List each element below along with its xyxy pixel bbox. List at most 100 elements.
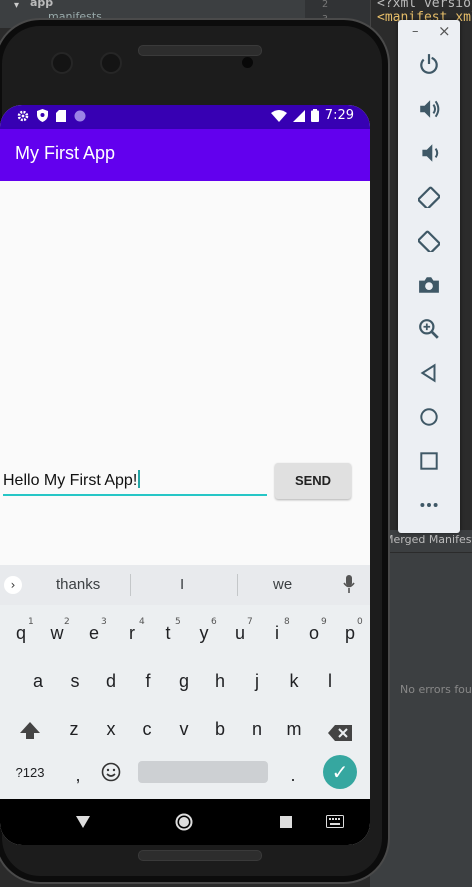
key-s[interactable]: s [63,671,87,692]
phone-frame: 7:29 My First App Hello My First App! SE… [0,18,390,884]
overview-button[interactable] [418,450,440,472]
key-l[interactable]: l [318,671,342,692]
zoom-icon [419,319,439,339]
circle-icon [74,110,86,121]
app-title: My First App [15,143,116,163]
camera-button[interactable] [418,274,440,296]
expand-arrow-icon[interactable]: ▾ [14,0,19,11]
gear-icon [17,110,29,121]
divider [237,574,238,596]
power-button[interactable] [418,53,440,75]
sd-card-icon [56,109,66,122]
check-icon: ✓ [331,760,349,784]
key-b[interactable]: b [208,719,232,740]
earpiece [138,45,262,56]
back-button[interactable] [418,362,440,384]
rotate-left-button[interactable] [417,186,441,210]
overview-square-icon[interactable] [280,816,292,828]
suggestion-strip: › thanks I we [0,565,370,605]
close-button[interactable]: × [438,22,451,40]
wifi-icon [270,109,287,122]
key-hint-number: 5 [175,617,181,627]
key-hint-number: 7 [247,617,253,627]
key-v[interactable]: v [172,719,196,740]
key-j[interactable]: j [245,671,269,692]
key-hint-number: 9 [321,617,327,627]
key-hint-number: 3 [101,617,107,627]
battery-icon [310,109,319,122]
key-g[interactable]: g [172,671,196,692]
key-hint-number: 2 [64,617,70,627]
backspace-icon[interactable] [328,725,352,741]
merged-manifest-label: Merged Manifest [384,533,472,546]
home-circle-icon[interactable] [175,813,193,831]
more-icon [420,503,438,507]
key-c[interactable]: c [135,719,159,740]
camera-icon [419,277,439,293]
signal-icon [292,109,305,122]
key-k[interactable]: k [282,671,306,692]
keyboard-icon[interactable] [326,815,344,828]
suggestion-item[interactable]: we [273,576,292,593]
bottom-speaker [138,850,262,861]
key-hint-number: 0 [357,617,363,627]
power-icon [420,54,438,74]
volume-down-icon [422,144,439,162]
main-content: Hello My First App! SEND [0,181,370,565]
back-triangle-icon[interactable] [76,816,90,828]
message-input[interactable]: Hello My First App! [3,464,267,496]
comma-key[interactable]: , [66,765,90,786]
key-hint-number: 8 [284,617,290,627]
period-key[interactable]: . [281,765,305,786]
key-h[interactable]: h [208,671,232,692]
emoji-icon[interactable] [101,762,121,782]
rotate-left-icon [417,186,441,210]
rotate-right-icon [417,230,441,254]
space-key[interactable] [138,761,268,783]
front-camera [100,52,122,74]
device-screen[interactable]: 7:29 My First App Hello My First App! SE… [0,105,370,845]
soft-keyboard: › thanks I we q1w2e3r4t5y6u7i8o9p0asdfgh… [0,565,370,799]
suggestion-item[interactable]: thanks [56,576,100,593]
volume-down-button[interactable] [418,142,440,164]
navigation-bar [0,799,370,845]
minimize-button[interactable]: – [412,24,419,39]
volume-up-button[interactable] [418,98,440,120]
shift-icon[interactable] [19,720,41,742]
emulator-toolbar: – × [398,20,460,533]
clock: 7:29 [324,108,354,123]
tree-item-app[interactable]: app [30,0,53,9]
key-hint-number: 1 [28,617,34,627]
enter-key[interactable]: ✓ [323,755,357,789]
key-m[interactable]: m [282,719,306,740]
no-errors-text: No errors fou [400,683,472,696]
more-button[interactable] [418,494,440,516]
home-button[interactable] [418,406,440,428]
proximity-sensor [242,57,253,68]
app-bar: My First App [0,129,370,181]
key-d[interactable]: d [99,671,123,692]
shield-icon [37,109,48,122]
microphone-icon[interactable] [343,575,355,593]
home-icon [420,408,438,426]
back-icon [420,363,436,383]
key-hint-number: 6 [211,617,217,627]
volume-up-icon [420,100,440,118]
key-x[interactable]: x [99,719,123,740]
zoom-button[interactable] [418,318,440,340]
overview-icon [420,452,438,470]
suggestion-item[interactable]: I [180,576,184,593]
key-a[interactable]: a [26,671,50,692]
line-number: 2 [322,0,329,10]
front-camera [51,52,73,74]
key-f[interactable]: f [136,671,160,692]
send-button[interactable]: SEND [275,463,351,499]
chevron-right-icon[interactable]: › [4,576,22,594]
message-input-text: Hello My First App! [3,472,138,489]
key-z[interactable]: z [62,719,86,740]
symbols-key[interactable]: ?123 [14,765,46,780]
rotate-right-button[interactable] [417,230,441,254]
key-n[interactable]: n [245,719,269,740]
status-bar: 7:29 [0,105,370,129]
divider [130,574,131,596]
